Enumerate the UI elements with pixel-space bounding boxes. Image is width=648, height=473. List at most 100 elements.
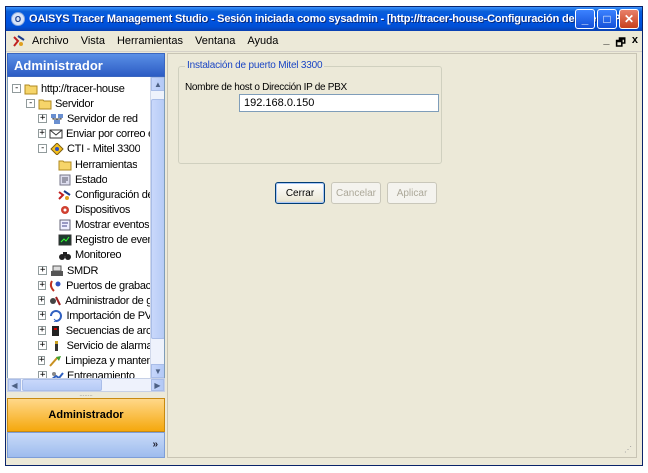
tree-item[interactable]: Configuración de puerto PBX bbox=[58, 187, 152, 202]
content-panel: Instalación de puerto Mitel 3300 Nombre … bbox=[167, 53, 637, 458]
devices-icon bbox=[58, 203, 72, 216]
expand-icon[interactable]: + bbox=[38, 326, 46, 335]
tree-item[interactable]: Mostrar eventos bbox=[58, 217, 152, 232]
expand-icon[interactable]: + bbox=[38, 341, 47, 350]
doc-close-button[interactable]: x bbox=[632, 34, 638, 53]
recording-ports-icon bbox=[49, 279, 63, 292]
collapse-icon[interactable]: - bbox=[26, 99, 35, 108]
tree-item[interactable]: Registro de eventos bbox=[58, 232, 152, 247]
tree-item[interactable]: + Entrenamiento bbox=[38, 368, 152, 378]
tree-item[interactable]: + SMDR bbox=[38, 263, 152, 278]
tree-horizontal-scrollbar[interactable]: ◀ ▶ bbox=[7, 378, 165, 392]
collapse-icon[interactable]: - bbox=[12, 84, 21, 93]
close-button[interactable]: ✕ bbox=[619, 9, 639, 29]
navigation-tree: +Entrenamiento+Limpieza y mantenimiento+… bbox=[7, 77, 165, 378]
expand-icon[interactable]: + bbox=[38, 296, 46, 305]
scroll-down-button[interactable]: ▼ bbox=[151, 364, 164, 378]
tree-item[interactable]: - http://tracer-house bbox=[12, 81, 152, 96]
tree-item[interactable]: - CTI - Mitel 3300 bbox=[38, 141, 152, 156]
tree-item[interactable]: Estado bbox=[58, 172, 152, 187]
tree-item[interactable]: + Puertos de grabación bbox=[38, 278, 152, 293]
document-controls: _ 🗗 x bbox=[603, 34, 638, 53]
expand-icon[interactable]: + bbox=[38, 129, 46, 138]
menu-herramientas[interactable]: Herramientas bbox=[111, 35, 189, 47]
tree-item-label: Importación de PVD bbox=[66, 309, 152, 322]
tree-item[interactable]: + Secuencias de archivo bbox=[38, 323, 152, 338]
import-icon bbox=[49, 309, 63, 322]
tree-item[interactable]: Dispositivos bbox=[58, 202, 152, 217]
scroll-up-button[interactable]: ▲ bbox=[151, 77, 164, 91]
mitel-port-groupbox: Instalación de puerto Mitel 3300 Nombre … bbox=[178, 60, 442, 164]
menu-bar: Archivo Vista Herramientas Ventana Ayuda… bbox=[6, 31, 642, 52]
tree-item[interactable]: + Administrador de grabación bbox=[38, 293, 152, 308]
tree-item-label: Estado bbox=[75, 173, 108, 186]
more-chevron-icon[interactable]: » bbox=[152, 439, 158, 450]
doc-restore-button[interactable]: 🗗 bbox=[616, 34, 626, 53]
scroll-left-button[interactable]: ◀ bbox=[8, 379, 21, 391]
folder-icon bbox=[38, 97, 52, 110]
tree-item-label: Limpieza y mantenimiento bbox=[65, 354, 152, 367]
window-title: OAISYS Tracer Management Studio - Sesión… bbox=[29, 13, 639, 25]
tree-item[interactable]: + Limpieza y mantenimiento bbox=[38, 353, 152, 368]
email-icon bbox=[49, 127, 63, 140]
window-controls: _ □ ✕ bbox=[575, 9, 639, 29]
cancelar-button[interactable]: Cancelar bbox=[331, 182, 381, 204]
host-ip-label: Nombre de host o Dirección IP de PBX bbox=[185, 82, 347, 93]
tree-item-label: Dispositivos bbox=[75, 203, 131, 216]
horizontal-scroll-thumb[interactable] bbox=[22, 379, 102, 391]
menu-vista[interactable]: Vista bbox=[75, 35, 111, 47]
aplicar-button[interactable]: Aplicar bbox=[387, 182, 437, 204]
network-server-icon bbox=[50, 112, 64, 125]
title-bar[interactable]: O OAISYS Tracer Management Studio - Sesi… bbox=[6, 7, 642, 31]
cerrar-button[interactable]: Cerrar bbox=[275, 182, 325, 204]
tree-vertical-scrollbar[interactable]: ▲ ▼ bbox=[150, 77, 164, 378]
sidebar-bottom-bar: » bbox=[7, 432, 165, 458]
folder-icon bbox=[58, 158, 72, 171]
tree-item-label: Enviar por correo elec bbox=[65, 127, 152, 140]
tree-item-label: Configuración de puerto PBX bbox=[75, 188, 152, 201]
tree-item-label: CTI - Mitel 3300 bbox=[67, 142, 141, 155]
expand-icon[interactable]: + bbox=[38, 371, 47, 378]
menu-ayuda[interactable]: Ayuda bbox=[241, 35, 284, 47]
tree-item-label: Mostrar eventos bbox=[75, 218, 150, 231]
scroll-thumb[interactable] bbox=[151, 99, 164, 339]
doc-minimize-button[interactable]: _ bbox=[603, 34, 609, 53]
tree-item[interactable]: + Servidor de red bbox=[38, 111, 152, 126]
tree-item[interactable]: Herramientas bbox=[58, 157, 152, 172]
tree-item-label: Monitoreo bbox=[75, 248, 122, 261]
smdr-icon bbox=[50, 264, 64, 277]
menu-archivo[interactable]: Archivo bbox=[26, 35, 75, 47]
expand-icon[interactable]: + bbox=[38, 311, 47, 320]
cleanup-icon bbox=[48, 354, 62, 367]
administrador-tab[interactable]: Administrador bbox=[7, 398, 165, 432]
tree-item[interactable]: + Enviar por correo elec bbox=[38, 126, 152, 141]
training-icon bbox=[50, 369, 64, 378]
sidebar-header: Administrador bbox=[7, 53, 165, 77]
host-ip-input[interactable] bbox=[239, 94, 439, 112]
menu-ventana[interactable]: Ventana bbox=[189, 35, 241, 47]
expand-icon[interactable]: + bbox=[38, 114, 47, 123]
collapse-icon[interactable]: - bbox=[38, 144, 47, 153]
tree-item[interactable]: - Servidor bbox=[26, 96, 152, 111]
folder-icon bbox=[24, 82, 38, 95]
document-icon[interactable] bbox=[12, 34, 26, 48]
minimize-button[interactable]: _ bbox=[575, 9, 595, 29]
resize-grip[interactable]: ⋰ bbox=[624, 445, 634, 455]
maximize-button[interactable]: □ bbox=[597, 9, 617, 29]
expand-icon[interactable]: + bbox=[38, 281, 47, 290]
tree-item-label: Servidor bbox=[55, 97, 94, 110]
tree-item[interactable]: Monitoreo bbox=[58, 247, 152, 262]
cti-icon bbox=[50, 142, 64, 155]
tree-item-label: Administrador de grabación bbox=[65, 294, 152, 307]
tree-item[interactable]: + Servicio de alarmas bbox=[38, 338, 152, 353]
app-logo-icon: O bbox=[11, 12, 25, 26]
binoculars-icon bbox=[58, 248, 72, 261]
expand-icon[interactable]: + bbox=[38, 266, 47, 275]
tree-item-label: Servidor de red bbox=[67, 112, 138, 125]
tree-item[interactable]: + Importación de PVD bbox=[38, 308, 152, 323]
sidebar: Administrador + Entrenamiento + Limpieza y … bbox=[7, 53, 165, 458]
expand-icon[interactable]: + bbox=[38, 356, 46, 365]
scroll-right-button[interactable]: ▶ bbox=[151, 379, 164, 391]
events-icon bbox=[58, 218, 72, 231]
tree-item-label: SMDR bbox=[67, 264, 99, 277]
